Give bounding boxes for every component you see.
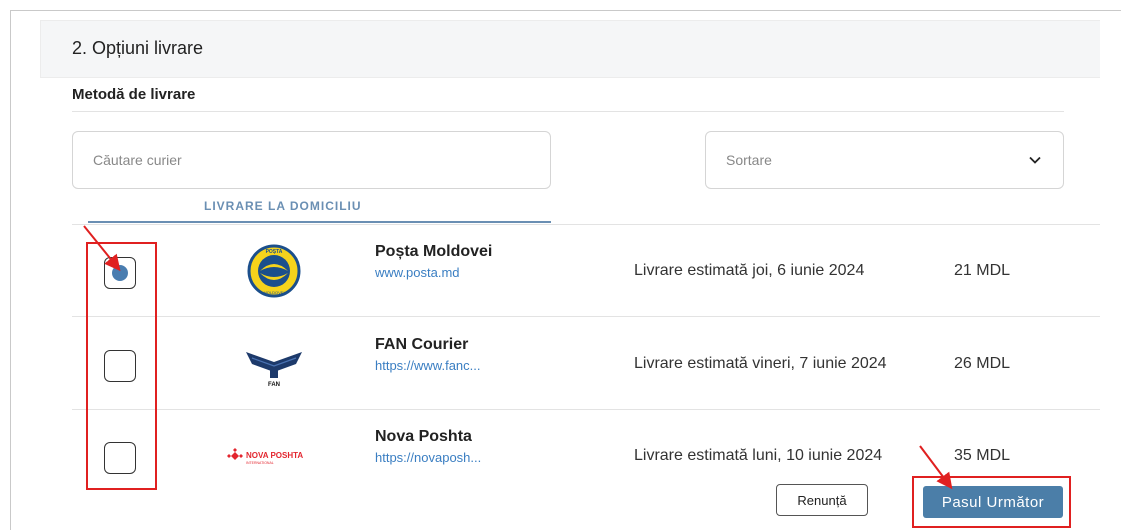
nova-poshta-logo-icon: NOVA POSHTA INTERNATIONAL [227, 448, 303, 465]
chevron-down-icon [1029, 156, 1041, 164]
delivery-price: 35 MDL [954, 447, 1011, 464]
svg-text:INTERNATIONAL: INTERNATIONAL [246, 461, 274, 465]
courier-row-fan-courier[interactable]: FAN FAN Courier https://www.fanc... Livr… [72, 318, 1100, 410]
sort-select[interactable]: Sortare [705, 131, 1064, 189]
posta-moldovei-logo-icon: POȘTA MOLDOVEI [247, 244, 301, 298]
delivery-price: 26 MDL [954, 355, 1011, 372]
fan-courier-logo-icon: FAN [246, 352, 302, 388]
svg-text:MOLDOVEI: MOLDOVEI [263, 290, 284, 295]
svg-text:FAN: FAN [268, 382, 280, 388]
section-title: 2. Opțiuni livrare [72, 38, 204, 58]
courier-name: Poșta Moldovei [375, 243, 493, 260]
svg-text:POȘTA: POȘTA [266, 249, 283, 255]
courier-name: FAN Courier [375, 336, 469, 353]
tab-home-delivery[interactable]: LIVRARE LA DOMICILIU [88, 191, 551, 223]
courier-search-input[interactable]: Căutare curier [72, 131, 551, 189]
delivery-estimate: Livrare estimată joi, 6 iunie 2024 [634, 262, 865, 279]
delivery-price: 21 MDL [954, 262, 1011, 279]
courier-link[interactable]: www.posta.md [375, 265, 460, 280]
courier-link[interactable]: https://www.fanc... [375, 358, 481, 373]
svg-text:NOVA POSHTA: NOVA POSHTA [246, 451, 303, 460]
delivery-estimate: Livrare estimată vineri, 7 iunie 2024 [634, 355, 887, 372]
courier-name: Nova Poshta [375, 428, 472, 445]
sort-placeholder: Sortare [726, 152, 772, 168]
courier-link[interactable]: https://novaposh... [375, 450, 481, 465]
courier-row-posta-moldovei[interactable]: POȘTA MOLDOVEI Poșta Moldovei www.posta.… [72, 225, 1100, 317]
delivery-method-title: Metodă de livrare [72, 86, 196, 103]
search-placeholder: Căutare curier [93, 152, 182, 168]
cancel-button[interactable]: Renunță [776, 484, 868, 516]
annotation-highlight-next-button [912, 476, 1071, 528]
annotation-highlight-radios [86, 242, 157, 490]
divider [72, 111, 1064, 112]
delivery-estimate: Livrare estimată luni, 10 iunie 2024 [634, 447, 883, 464]
tab-home-delivery-label: LIVRARE LA DOMICILIU [204, 199, 362, 213]
